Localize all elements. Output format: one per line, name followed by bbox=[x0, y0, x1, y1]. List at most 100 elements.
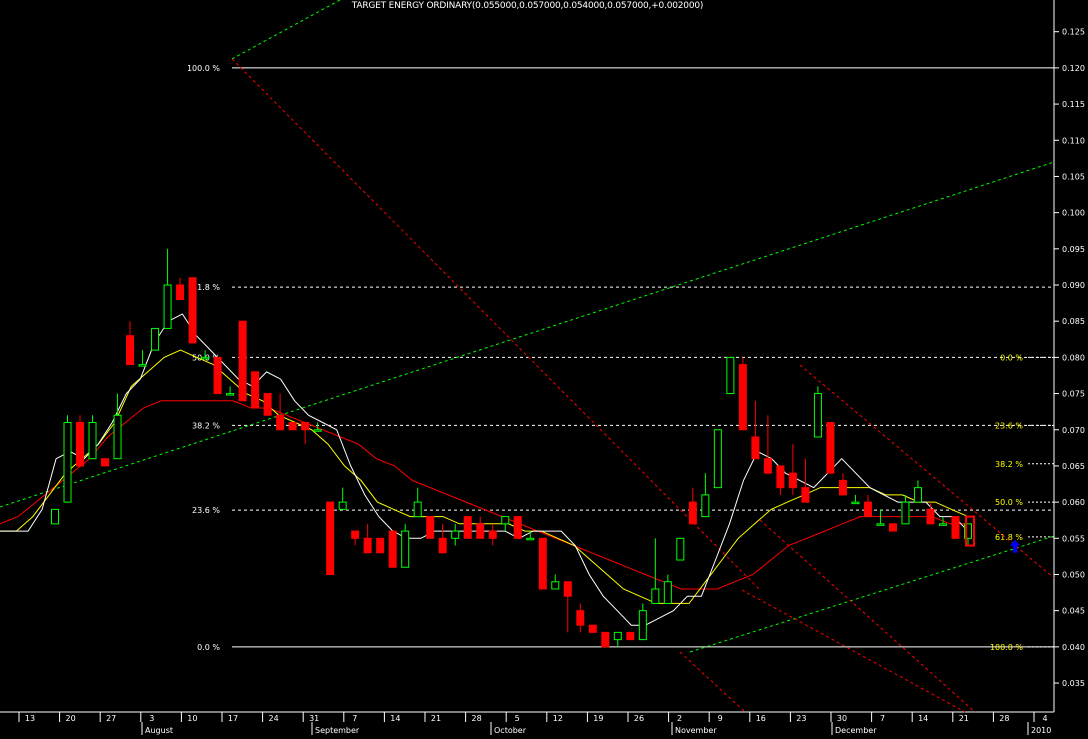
candle bbox=[88, 415, 97, 460]
candle-body bbox=[376, 537, 385, 554]
x-tick-label: 24 bbox=[269, 714, 279, 723]
candle-body bbox=[176, 284, 185, 300]
candle bbox=[751, 400, 760, 460]
candle bbox=[588, 624, 597, 633]
candle bbox=[163, 248, 172, 329]
y-tick-label: 0.050 bbox=[1062, 570, 1085, 579]
candle bbox=[613, 631, 622, 647]
candle bbox=[663, 574, 672, 604]
candle-body bbox=[476, 523, 485, 539]
candle-body bbox=[813, 393, 822, 438]
candle-body bbox=[451, 530, 460, 539]
candle-body bbox=[51, 508, 59, 525]
x-tick-label: 21 bbox=[431, 714, 441, 723]
candle-body bbox=[151, 327, 160, 351]
candle-body bbox=[626, 631, 635, 641]
bottom-trendline bbox=[689, 535, 1055, 653]
y-tick-label: 0.120 bbox=[1062, 64, 1085, 73]
price-chart[interactable]: 0.035 0.040 0.045 0.050 0.055 0.060 0.065 0.070… bbox=[0, 0, 1088, 735]
x-tick-label: 27 bbox=[106, 714, 116, 723]
candle bbox=[538, 537, 547, 590]
month-label: November bbox=[675, 726, 717, 735]
x-tick-label: 30 bbox=[837, 714, 847, 723]
candle-body bbox=[338, 501, 347, 510]
x-tick-label: 20 bbox=[66, 714, 76, 723]
candle-body bbox=[701, 494, 710, 518]
candle-body bbox=[101, 458, 110, 467]
candle-body bbox=[588, 624, 597, 633]
y-tick-label: 0.105 bbox=[1062, 172, 1085, 181]
x-tick-label: 9 bbox=[718, 714, 723, 723]
candle-body bbox=[188, 277, 197, 344]
candle-body bbox=[263, 393, 272, 416]
month-label: 2010 bbox=[1031, 726, 1051, 735]
candle-body bbox=[801, 487, 810, 503]
candle bbox=[713, 429, 722, 489]
candle-body bbox=[288, 422, 297, 431]
candle-body bbox=[276, 414, 285, 431]
candle bbox=[726, 356, 735, 395]
candle-body bbox=[501, 516, 510, 525]
candle bbox=[863, 494, 872, 518]
candle-body bbox=[713, 429, 722, 489]
y-tick-label: 0.045 bbox=[1062, 607, 1085, 616]
candle bbox=[913, 480, 922, 503]
fib-right-label: 50.0 % bbox=[995, 498, 1023, 507]
candle-body bbox=[938, 523, 947, 526]
candle-body bbox=[538, 537, 547, 590]
y-tick-label: 0.075 bbox=[1062, 390, 1085, 399]
candle-body bbox=[426, 516, 435, 539]
candle-body bbox=[826, 422, 835, 474]
candle bbox=[626, 631, 635, 641]
candle-body bbox=[688, 501, 697, 525]
candle-body bbox=[63, 422, 72, 503]
candle-body bbox=[838, 479, 847, 496]
candle bbox=[113, 393, 122, 460]
candle-body bbox=[738, 364, 747, 431]
candle bbox=[776, 465, 785, 495]
fan-line bbox=[679, 651, 746, 713]
fan-line bbox=[741, 589, 966, 713]
candle bbox=[426, 516, 435, 539]
y-tick-label: 0.035 bbox=[1062, 679, 1085, 688]
candle bbox=[926, 502, 935, 525]
candle bbox=[563, 581, 572, 633]
chart-title: TARGET ENERGY ORDINARY(0.055000,0.057000… bbox=[351, 1, 704, 11]
candle-body bbox=[901, 501, 910, 525]
fib-level-label: 0.0 % bbox=[197, 643, 220, 652]
fib-right-label: 100.0 % bbox=[990, 643, 1023, 652]
x-tick-label: 4 bbox=[1042, 714, 1047, 723]
month-label: September bbox=[315, 726, 360, 735]
candle bbox=[138, 350, 147, 367]
candle bbox=[451, 523, 460, 546]
candle bbox=[76, 415, 85, 467]
candle bbox=[501, 516, 510, 532]
candle-body bbox=[251, 371, 260, 409]
candle-body bbox=[226, 393, 235, 396]
candle bbox=[226, 386, 235, 396]
candle-body bbox=[363, 537, 372, 554]
x-tick-label: 21 bbox=[959, 714, 969, 723]
x-tick-label: 2 bbox=[677, 714, 682, 723]
month-label: August bbox=[145, 726, 173, 735]
fan-line bbox=[759, 519, 976, 713]
candle-body bbox=[951, 516, 960, 539]
candle bbox=[938, 516, 947, 526]
candle-body bbox=[601, 631, 610, 648]
candle-body bbox=[763, 458, 772, 474]
candle bbox=[338, 487, 347, 510]
candle-body bbox=[513, 516, 522, 539]
candle bbox=[801, 458, 810, 503]
candle-body bbox=[526, 537, 535, 541]
candle-body bbox=[201, 356, 210, 360]
candle bbox=[463, 516, 472, 539]
candle bbox=[838, 473, 847, 496]
candle bbox=[901, 494, 910, 525]
candle bbox=[51, 508, 59, 525]
fib-right-label: 38.2 % bbox=[995, 460, 1023, 469]
candle-body bbox=[163, 284, 172, 329]
y-tick-label: 0.115 bbox=[1062, 100, 1085, 109]
candle bbox=[238, 320, 247, 402]
candle-body bbox=[926, 508, 935, 525]
candle-body bbox=[638, 610, 647, 641]
